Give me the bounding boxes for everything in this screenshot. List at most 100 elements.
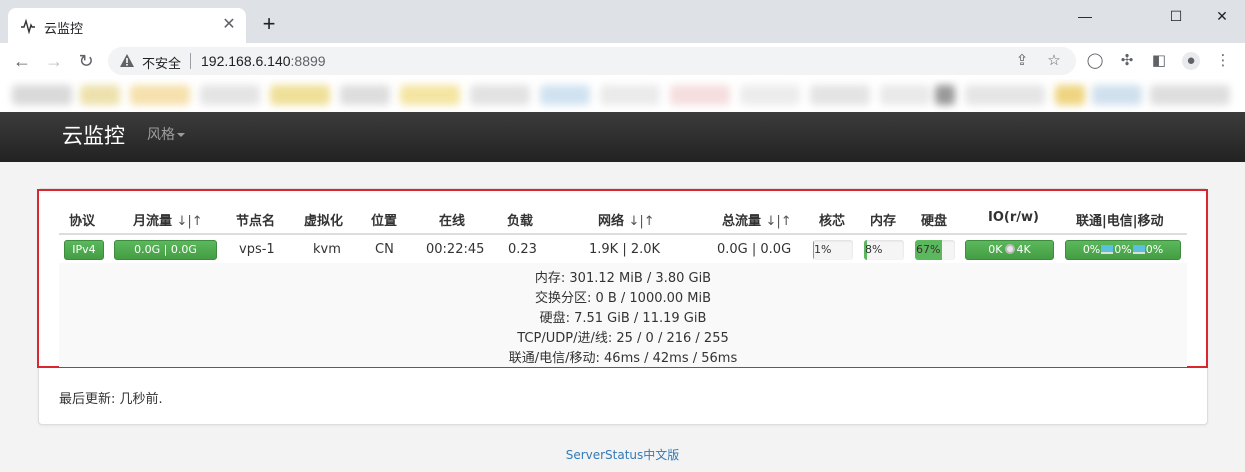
header-node-name: 节点名 [236,214,276,229]
puzzle-icon[interactable]: ✣ [1118,52,1136,70]
style-dropdown-label: 风格 [147,127,175,143]
header-location: 位置 [371,214,398,229]
tab-close-icon[interactable]: ✕ [220,16,238,34]
omnibox-separator [190,53,191,69]
table-row[interactable]: IPv4 0.0G | 0.0G vps-1 kvm CN 00:22:45 0… [59,235,1187,263]
disk-progress-label: 67% [916,243,941,256]
location: CN [375,242,394,257]
memory-progress: 8% [864,240,904,260]
ping-loss-badge: 0% 0% 0% [1065,240,1181,260]
bookmarks-bar [0,79,1245,112]
last-updated: 最后更新: 几秒前. [59,392,163,407]
header-network-label: 网络 [598,214,629,229]
bookmark-item[interactable] [12,85,72,105]
warning-icon [120,54,134,67]
star-icon[interactable]: ☆ [1045,52,1063,70]
insecure-label[interactable]: 不安全 [142,53,181,72]
site-brand[interactable]: 云监控 [62,120,125,150]
window-maximize-button[interactable]: ☐ [1154,4,1198,28]
header-disk: 硬盘 [921,214,948,229]
ping-unicom: 0% [1082,243,1101,256]
header-uptime: 在线 [439,214,466,229]
site-navbar: 云监控 风格 [0,112,1245,162]
disk-progress: 67% [915,240,955,260]
url-host: 192.168.6.140 [201,53,291,69]
bookmark-item[interactable] [670,85,730,105]
sort-icon[interactable]: ↓|↑ [766,214,792,229]
bookmark-item[interactable] [965,85,1045,105]
back-icon[interactable]: ← [10,49,34,73]
sidepanel-icon[interactable]: ◧ [1150,52,1168,70]
load: 0.23 [508,242,537,257]
cpu-progress-label: 1% [814,243,832,256]
bookmark-item[interactable] [1092,85,1142,105]
bookmark-item[interactable] [935,85,955,105]
header-monthly-traffic-label: 月流量 [133,214,177,229]
header-network[interactable]: 网络 ↓|↑ [598,210,655,229]
total-traffic: 0.0G | 0.0G [717,242,792,257]
sort-icon[interactable]: ↓|↑ [629,214,655,229]
url-text[interactable]: 192.168.6.140:8899 [201,53,326,69]
monthly-traffic-badge: 0.0G | 0.0G [114,240,217,260]
bookmark-item[interactable] [270,85,330,105]
header-virtualization: 虚拟化 [304,214,344,229]
detail-latency: 联通/电信/移动: 46ms / 42ms / 56ms [508,351,738,366]
node-name: vps-1 [239,242,275,257]
header-protocol: 协议 [69,214,96,229]
bookmark-item[interactable] [1055,85,1085,105]
browser-tab[interactable]: 云监控 ✕ [8,8,246,43]
extension-circle-icon[interactable]: ◯ [1086,52,1104,70]
tab-title: 云监控 [44,22,84,37]
detail-disk: 硬盘: 7.51 GiB / 11.19 GiB [539,311,707,326]
menu-icon[interactable]: ⋮ [1214,52,1232,70]
style-dropdown[interactable]: 风格 [147,124,185,144]
uptime: 00:22:45 [426,242,485,257]
window-minimize-button[interactable]: — [1063,4,1107,28]
browser-tabstrip: 云监控 ✕ + — ☐ ✕ [0,0,1245,43]
io-read: 0K [988,243,1003,256]
bookmark-item[interactable] [810,85,870,105]
bookmark-item[interactable] [200,85,260,105]
bookmark-item[interactable] [540,85,590,105]
window-close-button[interactable]: ✕ [1200,4,1244,28]
profile-icon[interactable]: ● [1182,52,1200,70]
bookmark-item[interactable] [80,85,120,105]
io-badge: 0K 4K [965,240,1054,260]
bookmark-item[interactable] [740,85,800,105]
header-monthly-traffic[interactable]: 月流量 ↓|↑ [133,210,203,229]
footer-link[interactable]: ServerStatus中文版 [0,446,1245,463]
forward-icon[interactable]: → [42,49,66,73]
bookmark-item[interactable] [340,85,390,105]
laptop-icon [1101,245,1114,254]
virtualization: kvm [313,242,341,257]
io-write: 4K [1016,243,1031,256]
table-header: 协议 月流量 ↓|↑ 节点名 虚拟化 位置 在线 负载 网络 ↓|↑ 总流量 ↓… [59,207,1187,233]
bookmark-item[interactable] [400,85,460,105]
header-memory: 内存 [870,214,897,229]
header-cpu: 核芯 [819,214,846,229]
ping-telecom: 0% [1114,243,1132,256]
bookmark-item[interactable] [600,85,660,105]
url-port: :8899 [290,53,326,69]
reload-icon[interactable]: ↻ [74,49,98,73]
browser-toolbar: ← → ↻ 不安全 192.168.6.140:8899 ⇪ ☆ ◯ ✣ ◧ ●… [0,43,1245,79]
network-speed: 1.9K | 2.0K [589,242,661,257]
share-icon[interactable]: ⇪ [1013,52,1031,70]
header-ping: 联通|电信|移动 [1076,214,1164,229]
bookmark-item[interactable] [470,85,530,105]
laptop-icon [1132,245,1145,254]
bookmark-item[interactable] [1150,85,1230,105]
header-total-traffic-label: 总流量 [722,214,766,229]
header-load: 负载 [507,214,534,229]
new-tab-button[interactable]: + [258,13,280,35]
bookmark-item[interactable] [130,85,190,105]
bookmark-item[interactable] [880,85,930,105]
header-io: IO(r/w) [988,210,1039,225]
address-bar[interactable]: 不安全 192.168.6.140:8899 ⇪ ☆ [108,47,1076,75]
pulse-icon [21,18,35,34]
detail-swap: 交换分区: 0 B / 1000.00 MiB [534,291,712,306]
page-content: 云监控 风格 最后更新: 几秒前. 协议 月流量 ↓|↑ 节点名 虚拟化 位置 … [0,112,1245,472]
caret-down-icon [177,133,185,137]
header-total-traffic[interactable]: 总流量 ↓|↑ [722,210,792,229]
sort-icon[interactable]: ↓|↑ [177,214,203,229]
